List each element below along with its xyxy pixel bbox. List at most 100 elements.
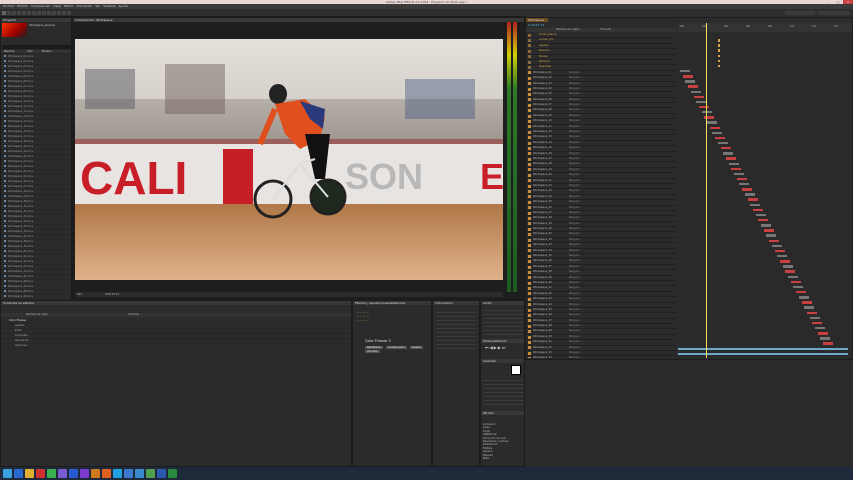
composition-viewer[interactable]: CALI SON E [75,39,503,280]
effects-tab[interactable]: Efectos y ajustes preestablecidos [353,301,431,305]
timeline-tracks[interactable] [678,33,852,358]
layer-duration-bar[interactable] [806,311,817,314]
layer-label-color[interactable] [528,66,531,70]
playhead[interactable] [706,23,707,358]
layer-parent-dropdown[interactable]: Ninguno [569,211,583,215]
layer-parent-dropdown[interactable]: Ninguno [569,184,583,188]
layer-duration-bar[interactable] [717,141,728,145]
keyframe-marker[interactable] [718,59,720,63]
audio-tab[interactable]: Audio [481,301,524,305]
layer-parent-dropdown[interactable]: Ninguno [569,313,583,317]
tool-4-icon[interactable] [22,11,26,15]
layer-duration-bar[interactable] [678,352,848,356]
layer-label-color[interactable] [528,157,531,161]
time-ruler[interactable]: 00s 02s 04s 06s 08s 10s 12s 14s [678,23,852,32]
layer-parent-dropdown[interactable]: Ninguno [569,308,583,312]
layer-duration-bar[interactable] [731,167,742,171]
layer-label-color[interactable] [528,76,531,80]
layer-label-color[interactable] [528,163,531,167]
layer-duration-bar[interactable] [761,224,771,227]
layer-label-color[interactable] [528,49,531,53]
tool-9-icon[interactable] [47,11,51,15]
layer-label-color[interactable] [528,276,531,280]
layer-label-color[interactable] [528,222,531,226]
layer-label-color[interactable] [528,39,531,43]
layer-label-color[interactable] [528,308,531,312]
layer-parent-dropdown[interactable]: Ninguno [569,303,583,307]
layer-duration-bar[interactable] [815,326,825,330]
layer-duration-bar[interactable] [696,100,707,104]
ie-icon[interactable] [14,469,23,478]
layer-label-color[interactable] [528,93,531,96]
layer-duration-bar[interactable] [736,177,747,181]
lr-icon[interactable] [124,469,133,478]
layer-parent-dropdown[interactable]: Ninguno [569,281,583,285]
layer-parent-dropdown[interactable]: Ninguno [569,119,583,123]
tool-6-icon[interactable] [32,11,36,15]
layer-parent-dropdown[interactable]: Ninguno [569,227,583,231]
cancel-button[interactable]: Cancelar [365,350,380,353]
layer-parent-dropdown[interactable]: Ninguno [569,135,583,139]
layer-parent-dropdown[interactable]: Ninguno [569,265,583,269]
layer-duration-bar[interactable] [798,296,809,299]
layer-parent-dropdown[interactable]: Ninguno [569,82,583,86]
keyframe-marker[interactable] [718,64,720,68]
layer-label-color[interactable] [528,55,531,59]
store-icon[interactable] [146,469,155,478]
layer-parent-dropdown[interactable]: Ninguno [569,195,583,199]
keyframe-marker[interactable] [718,54,720,57]
layer-label-color[interactable] [528,82,531,86]
setup-button[interactable]: Configuración [386,346,407,349]
layer-duration-bar[interactable] [744,193,755,196]
layer-duration-bar[interactable] [698,105,709,109]
layer-duration-bar[interactable] [709,126,720,129]
layer-duration-bar[interactable] [747,198,758,201]
illustrator-icon[interactable] [91,469,100,478]
layer-duration-bar[interactable] [823,342,834,345]
paragraph-tab[interactable]: Párrafo [481,411,524,415]
layer-label-color[interactable] [528,227,531,231]
layer-parent-dropdown[interactable]: Ninguno [569,276,583,280]
layer-label-color[interactable] [528,98,531,102]
media-icon[interactable] [36,469,45,478]
layer-label-color[interactable] [528,152,531,156]
tool-7-icon[interactable] [37,11,41,15]
layer-label-color[interactable] [528,303,531,307]
playback-controls[interactable]: ⏮◀▶▶⏭ [485,345,506,350]
workspace-selector[interactable] [785,11,815,15]
layer-duration-bar[interactable] [771,244,782,248]
layer-parent-dropdown[interactable]: Ninguno [569,162,583,166]
layer-duration-bar[interactable] [715,136,726,140]
skype-icon[interactable] [113,469,122,478]
layer-parent-dropdown[interactable]: Ninguno [569,270,583,274]
layer-parent-dropdown[interactable]: Ninguno [569,152,583,156]
layer-parent-dropdown[interactable]: Ninguno [569,146,583,150]
layer-label-color[interactable] [528,265,531,269]
layer-duration-bar[interactable] [796,291,807,294]
keyframe-marker[interactable] [718,49,720,52]
info-tab[interactable]: Información [433,301,479,305]
layer-label-color[interactable] [528,292,531,296]
layer-duration-bar[interactable] [809,316,820,320]
project-search-input[interactable] [2,45,71,49]
layer-duration-bar[interactable] [779,260,790,263]
layer-duration-bar[interactable] [728,162,739,165]
layer-duration-bar[interactable] [723,152,734,155]
layer-label-color[interactable] [528,281,531,285]
folder-icon[interactable] [25,469,34,478]
layer-parent-dropdown[interactable]: Ninguno [569,103,583,107]
windows-start-icon[interactable] [3,469,12,478]
layer-duration-bar[interactable] [682,75,693,78]
layer-label-color[interactable] [528,249,531,253]
layer-parent-dropdown[interactable]: Ninguno [569,87,583,91]
layer-label-color[interactable] [528,287,531,291]
layer-duration-bar[interactable] [820,337,831,340]
layer-duration-bar[interactable] [790,280,801,284]
layer-label-color[interactable] [528,60,531,64]
layer-duration-bar[interactable] [693,95,704,99]
layer-label-color[interactable] [528,184,531,188]
layer-label-color[interactable] [528,125,531,129]
layer-parent-dropdown[interactable]: Ninguno [569,340,583,344]
layer-label-color[interactable] [528,319,531,323]
tool-12-icon[interactable] [62,11,66,15]
